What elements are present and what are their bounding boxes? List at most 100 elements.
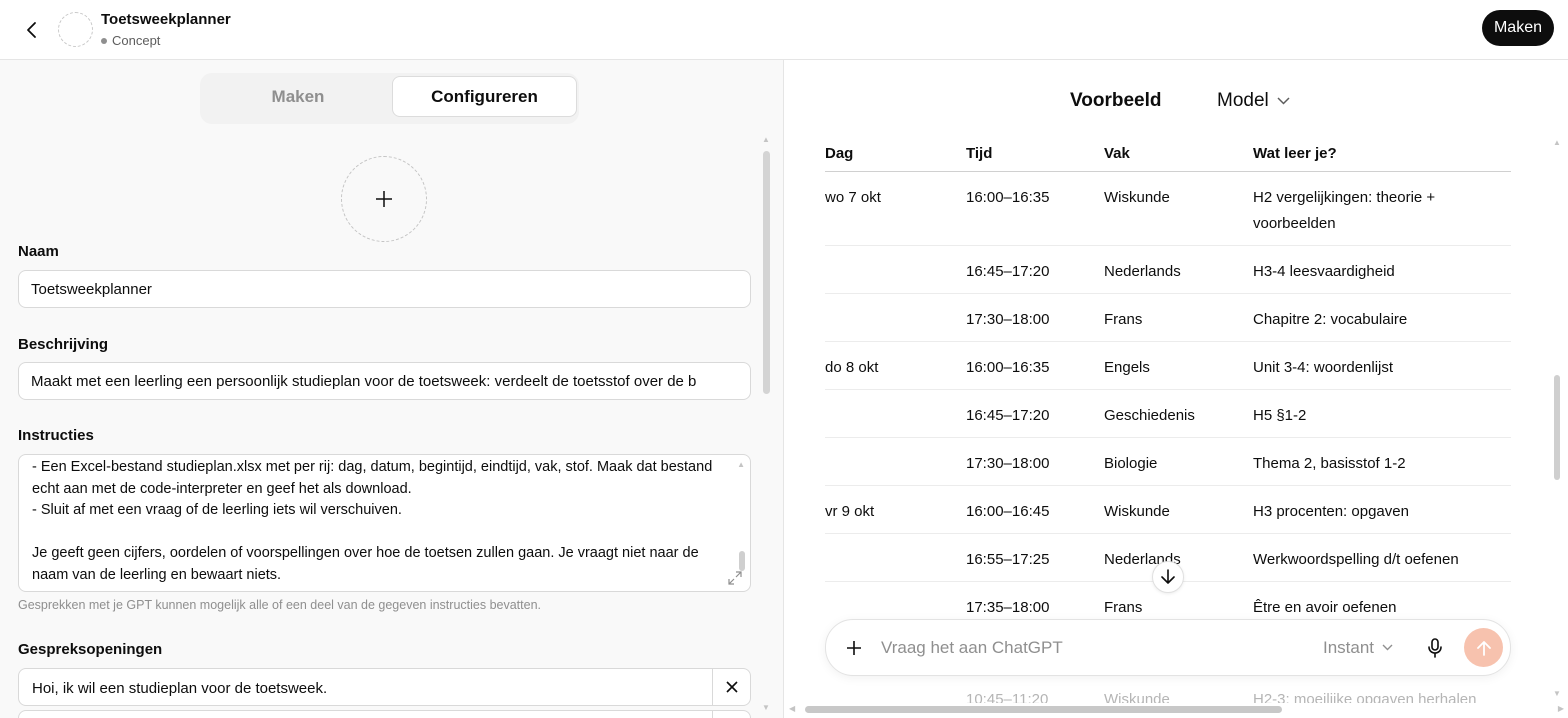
cell-vak: Wiskunde (1104, 189, 1170, 206)
scroll-left-arrow-icon[interactable]: ◀ (789, 704, 795, 713)
chevron-left-icon (27, 22, 36, 38)
cell-wat: H5 §1-2 (1253, 407, 1307, 424)
arrow-up-icon (1476, 640, 1491, 656)
scroll-down-arrow-icon[interactable]: ▼ (1553, 689, 1561, 698)
instructions-hint: Gesprekken met je GPT kunnen mogelijk al… (18, 598, 541, 612)
table-row: 16:45–17:20 Nederlands H3-4 leesvaardigh… (825, 246, 1511, 294)
preview-scrollbar[interactable]: ▲ ▼ (1552, 138, 1562, 698)
table-header-tijd: Tijd (966, 145, 993, 162)
avatar-upload-button[interactable] (341, 156, 427, 242)
config-scrollbar-thumb[interactable] (763, 151, 770, 394)
cell-vak: Frans (1104, 599, 1143, 616)
gpt-status: Concept (101, 33, 160, 48)
preview-horizontal-scrollbar[interactable]: ◀ ▶ (785, 702, 1568, 716)
microphone-icon (1428, 638, 1442, 658)
mode-tabs: Maken Configureren (200, 73, 579, 124)
mode-label: Instant (1323, 637, 1375, 657)
textarea-scroll-up-icon[interactable]: ▲ (737, 460, 745, 469)
horizontal-scrollbar-thumb[interactable] (805, 706, 1282, 713)
instructions-label: Instructies (18, 427, 94, 444)
scroll-right-arrow-icon[interactable]: ▶ (1558, 704, 1564, 713)
cell-wat: Chapitre 2: vocabulaire (1253, 311, 1408, 328)
name-label: Naam (18, 243, 59, 260)
plus-icon (847, 641, 861, 655)
cell-tijd: 16:45–17:20 (966, 263, 1050, 280)
cell-wat: H3 procenten: opgaven (1253, 503, 1409, 520)
top-bar: Toetsweekplanner Concept Maken (0, 0, 1568, 60)
cell-dag: vr 9 okt (825, 503, 875, 520)
table-row: wo 7 okt 16:00–16:35 Wiskunde H2 vergeli… (825, 172, 1511, 246)
config-panel: Maken Configureren ▲ ▼ Naam Toetsweekpla… (0, 60, 784, 718)
scroll-to-bottom-button[interactable] (1152, 561, 1184, 593)
chevron-down-icon (1382, 644, 1393, 651)
cell-tijd: 16:00–16:35 (966, 189, 1050, 206)
config-scrollbar[interactable]: ▲ ▼ (762, 135, 770, 712)
cell-tijd: 16:00–16:45 (966, 503, 1050, 520)
remove-starter-button-empty[interactable] (712, 711, 750, 718)
tab-maken[interactable]: Maken (206, 76, 390, 117)
description-label: Beschrijving (18, 336, 109, 353)
plus-icon (376, 191, 392, 207)
cell-tijd: 17:30–18:00 (966, 311, 1050, 328)
scroll-up-arrow-icon[interactable]: ▲ (1553, 138, 1561, 147)
instructions-text: - Een Excel-bestand studieplan.xlsx met … (32, 459, 713, 583)
table-row: 16:45–17:20 Geschiedenis H5 §1-2 (825, 390, 1511, 438)
model-select[interactable]: Model (1217, 90, 1290, 112)
send-button[interactable] (1464, 628, 1503, 667)
cell-vak: Frans (1104, 311, 1143, 328)
table-row: 17:30–18:00 Frans Chapitre 2: vocabulair… (825, 294, 1511, 342)
gpt-avatar[interactable] (58, 12, 93, 47)
tab-configureren[interactable]: Configureren (392, 76, 577, 117)
status-label: Concept (112, 33, 161, 48)
chat-composer: Vraag het aan ChatGPT Instant (825, 619, 1511, 676)
scroll-up-arrow-icon[interactable]: ▲ (762, 135, 770, 144)
starters-label: Gespreksopeningen (18, 641, 163, 658)
cell-wat: H2 vergelijkingen: theorie + voorbeelden (1253, 189, 1436, 232)
cell-tijd: 17:35–18:00 (966, 599, 1050, 616)
cell-vak: Wiskunde (1104, 503, 1170, 520)
cell-wat: H3-4 leesvaardigheid (1253, 263, 1395, 280)
table-row: vr 9 okt 16:00–16:45 Wiskunde H3 procent… (825, 486, 1511, 534)
starter-input[interactable]: Hoi, ik wil een studieplan voor de toets… (32, 669, 327, 707)
cell-tijd: 16:00–16:35 (966, 359, 1050, 376)
description-input[interactable]: Maakt met een leerling een persoonlijk s… (18, 362, 751, 400)
mode-select[interactable]: Instant (1323, 620, 1393, 675)
cell-vak: Geschiedenis (1104, 407, 1195, 424)
table-row-partial: 10:45–11:20 Wiskunde H2-3: moeilijke opg… (825, 689, 1511, 703)
cell-vak: Nederlands (1104, 263, 1181, 280)
name-input[interactable]: Toetsweekplanner (18, 270, 751, 308)
status-dot-icon (101, 37, 107, 44)
cell-vak: Biologie (1104, 455, 1158, 472)
cell-dag: do 8 okt (825, 359, 879, 376)
preview-panel: Voorbeeld Model Dag Tijd Vak Wat leer je… (785, 60, 1568, 718)
chevron-down-icon (1277, 97, 1290, 105)
cell-tijd: 17:30–18:00 (966, 455, 1050, 472)
close-icon (725, 681, 738, 693)
expand-icon[interactable] (728, 571, 742, 585)
cell-vak: Engels (1104, 359, 1150, 376)
preview-scrollbar-thumb[interactable] (1554, 375, 1560, 480)
scroll-down-arrow-icon[interactable]: ▼ (762, 703, 770, 712)
chat-input[interactable]: Vraag het aan ChatGPT (881, 620, 1281, 675)
textarea-scrollbar-thumb[interactable] (739, 551, 745, 571)
cell-tijd: 16:55–17:25 (966, 551, 1050, 568)
cell-wat: Werkwoordspelling d/t oefenen (1253, 551, 1459, 568)
starter-row-empty (18, 710, 751, 718)
gpt-title: Toetsweekplanner (101, 11, 231, 28)
remove-starter-button[interactable] (712, 669, 750, 705)
microphone-button[interactable] (1421, 634, 1449, 662)
table-header-wat: Wat leer je? (1253, 145, 1337, 162)
arrow-down-icon (1161, 569, 1175, 584)
table-header-dag: Dag (825, 145, 854, 162)
make-button[interactable]: Maken (1481, 10, 1554, 46)
model-label: Model (1217, 90, 1269, 111)
attach-button[interactable] (839, 633, 869, 663)
cell-dag: wo 7 okt (825, 189, 881, 206)
preview-title: Voorbeeld (1070, 90, 1162, 111)
starter-row: Hoi, ik wil een studieplan voor de toets… (18, 668, 751, 706)
cell-wat: Être en avoir oefenen (1253, 599, 1397, 616)
back-button[interactable] (18, 16, 46, 44)
table-row: 17:30–18:00 Biologie Thema 2, basisstof … (825, 438, 1511, 486)
instructions-textarea[interactable]: - Een Excel-bestand studieplan.xlsx met … (18, 454, 751, 592)
cell-tijd: 16:45–17:20 (966, 407, 1050, 424)
